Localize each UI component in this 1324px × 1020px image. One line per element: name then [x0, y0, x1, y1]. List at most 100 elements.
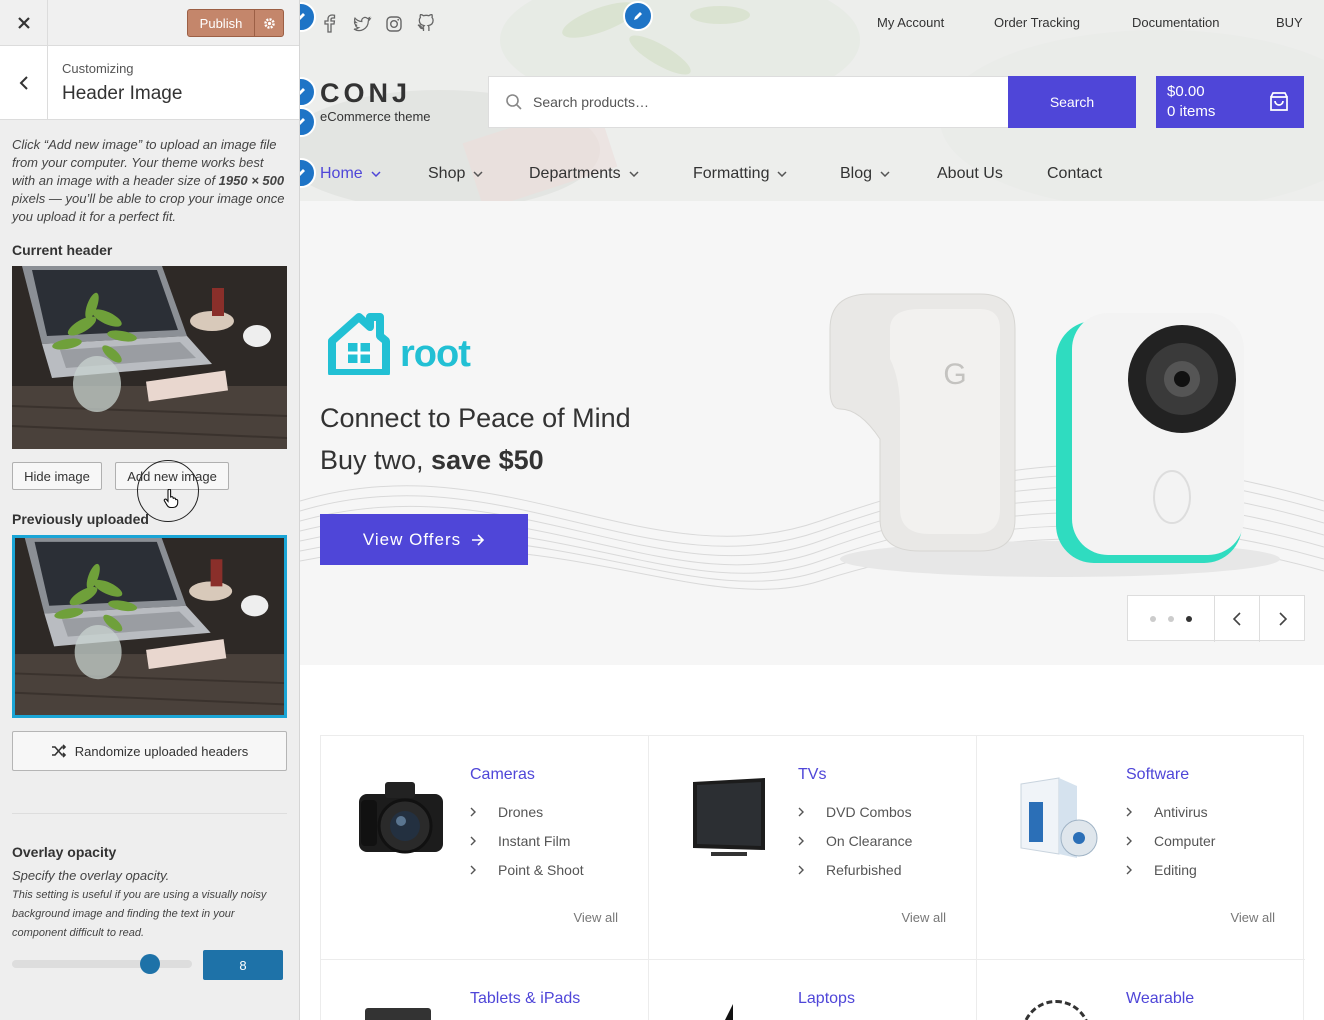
nav-blog[interactable]: Blog [840, 165, 890, 183]
category-title[interactable]: Software [1126, 766, 1189, 784]
search-button[interactable]: Search [1008, 76, 1136, 128]
subcategory-link[interactable]: Editing [1126, 862, 1197, 878]
view-all-link[interactable]: View all [901, 910, 946, 925]
search-input[interactable]: Search products… [488, 76, 1009, 128]
back-button[interactable] [0, 46, 48, 120]
screen: Publish Customizing Header Image Click “… [0, 0, 1324, 1020]
subcategory-link[interactable]: Computer [1126, 833, 1215, 849]
top-bar: My Account Order Tracking Documentation … [300, 0, 1324, 46]
close-customizer-button[interactable] [0, 0, 48, 46]
subcategory-link[interactable]: On Clearance [798, 833, 912, 849]
current-header-label: Current header [12, 242, 113, 258]
publish-button[interactable]: Publish [187, 9, 255, 37]
chevron-down-icon [777, 171, 787, 177]
close-icon [17, 17, 30, 29]
search-placeholder: Search products… [533, 94, 649, 110]
opacity-slider-track[interactable] [12, 960, 192, 968]
chevron-right-icon [798, 807, 804, 817]
product-image: G [829, 293, 1280, 577]
opacity-value-box[interactable]: 8 [203, 950, 283, 980]
randomize-label: Randomize uploaded headers [74, 743, 249, 759]
subcategory-link[interactable]: DVD Combos [798, 804, 912, 820]
header-image-description: Click “Add new image” to upload an image… [12, 137, 285, 224]
slider-dot-active[interactable] [1186, 616, 1192, 622]
slider-controls [1127, 595, 1306, 642]
slider-subtitle: Buy two, save $50 [320, 445, 544, 475]
overlay-opacity-label: Overlay opacity [12, 844, 117, 860]
view-all-link[interactable]: View all [573, 910, 618, 925]
tv-image [693, 778, 765, 856]
chevron-down-icon [371, 171, 381, 177]
chevron-right-icon [470, 865, 476, 875]
nav-home[interactable]: Home [320, 165, 381, 183]
site-logo[interactable]: CONJ [320, 78, 411, 109]
category-card: Software Antivirus Computer Editing View… [977, 736, 1305, 960]
category-title[interactable]: Tablets & iPads [470, 990, 580, 1008]
order-tracking-link[interactable]: Order Tracking [994, 15, 1080, 30]
cart-button[interactable]: $0.00 0 items [1156, 76, 1304, 128]
opacity-slider-handle[interactable] [140, 954, 160, 974]
facebook-icon[interactable] [320, 14, 340, 34]
section-title: Header Image [62, 83, 183, 104]
subcategory-link[interactable]: Antivirus [1126, 804, 1208, 820]
overlay-opacity-control: 8 [12, 950, 288, 980]
nav-shop[interactable]: Shop [428, 165, 483, 183]
chevron-right-icon [1279, 612, 1287, 626]
overlay-opacity-description: Specify the overlay opacity. [12, 868, 170, 883]
subcategory-link[interactable]: Refurbished [798, 862, 902, 878]
publish-settings-button[interactable] [254, 9, 284, 37]
category-title[interactable]: TVs [798, 766, 826, 784]
subcategory-link[interactable]: Instant Film [470, 833, 570, 849]
previously-uploaded-image[interactable] [12, 535, 287, 718]
subcategory-link[interactable]: Drones [470, 804, 543, 820]
wearable-image [1021, 1000, 1091, 1020]
documentation-link[interactable]: Documentation [1132, 15, 1219, 30]
chevron-down-icon [880, 171, 890, 177]
slider-next-button[interactable] [1260, 596, 1306, 642]
category-title[interactable]: Laptops [798, 990, 855, 1008]
buy-link[interactable]: BUY [1276, 15, 1303, 30]
hide-image-button[interactable]: Hide image [12, 462, 102, 490]
chevron-right-icon [1126, 807, 1132, 817]
site-header: My Account Order Tracking Documentation … [300, 0, 1324, 201]
slider-prev-button[interactable] [1215, 596, 1260, 642]
current-header-image [12, 266, 287, 449]
overlay-opacity-note: This setting is useful if you are using … [12, 889, 267, 939]
hero-slider: root Connect to Peace of Mind Buy two, s… [300, 201, 1324, 665]
nav-about-us[interactable]: About Us [937, 165, 1003, 183]
laptop-image [725, 1004, 733, 1020]
view-all-link[interactable]: View all [1230, 910, 1275, 925]
camera-image [359, 782, 443, 854]
edit-shortcut-icon[interactable] [300, 2, 316, 32]
chevron-left-icon [19, 76, 28, 90]
nav-departments[interactable]: Departments [529, 165, 639, 183]
category-title[interactable]: Cameras [470, 766, 535, 784]
customizer-panel: Publish Customizing Header Image Click “… [0, 0, 300, 1020]
github-icon[interactable] [416, 14, 436, 34]
breadcrumb: Customizing [62, 61, 134, 76]
twitter-icon[interactable] [352, 14, 372, 34]
category-title[interactable]: Wearable [1126, 990, 1194, 1008]
nav-formatting[interactable]: Formatting [693, 165, 787, 183]
cart-icon [1270, 92, 1288, 111]
my-account-link[interactable]: My Account [877, 15, 944, 30]
category-card: TVs DVD Combos On Clearance Refurbished … [649, 736, 977, 960]
slider-dot[interactable] [1150, 616, 1156, 622]
instagram-icon[interactable] [384, 14, 404, 34]
chevron-down-icon [473, 171, 483, 177]
view-offers-button[interactable]: View Offers [320, 514, 528, 565]
cursor-hand-icon [163, 489, 179, 509]
chevron-right-icon [1126, 836, 1132, 846]
edit-shortcut-icon[interactable] [623, 1, 653, 31]
subcategory-link[interactable]: Point & Shoot [470, 862, 584, 878]
cart-items-count: 0 items [1167, 103, 1216, 120]
chevron-right-icon [798, 865, 804, 875]
chevron-right-icon [1126, 865, 1132, 875]
chevron-right-icon [470, 807, 476, 817]
randomize-headers-button[interactable]: Randomize uploaded headers [12, 731, 287, 771]
nav-contact[interactable]: Contact [1047, 165, 1102, 183]
tablet-image [365, 1008, 431, 1020]
slider-dot[interactable] [1168, 616, 1174, 622]
category-grid: Cameras Drones Instant Film Point & Shoo… [320, 735, 1305, 1020]
root-logo-icon [328, 313, 390, 375]
